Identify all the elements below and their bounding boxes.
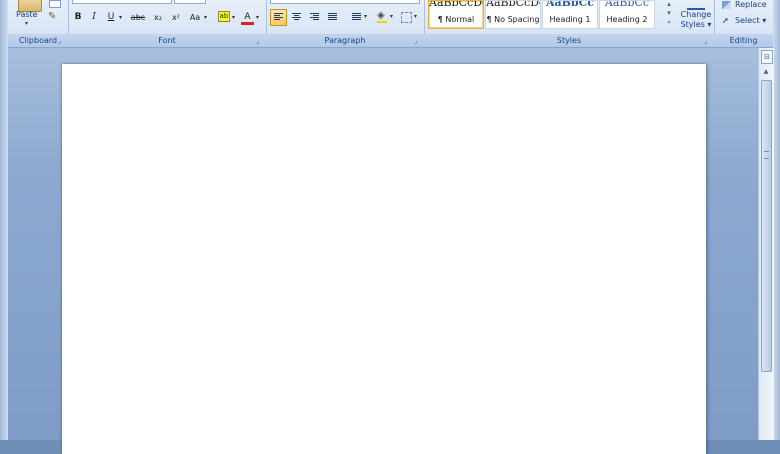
clipboard-group: Paste ▾ ✎ Clipboard ⌟ xyxy=(8,0,69,47)
align-center-icon xyxy=(292,13,301,22)
change-case-button[interactable]: Aa xyxy=(187,10,203,25)
borders-dropdown-icon[interactable]: ▾ xyxy=(414,9,417,24)
replace-button[interactable]: Replace xyxy=(722,0,767,9)
change-styles-label-2: Styles ▾ xyxy=(680,20,712,29)
shading-color-bar xyxy=(377,21,387,23)
bold-button[interactable]: B xyxy=(72,10,84,25)
shading-dropdown-icon[interactable]: ▾ xyxy=(390,9,393,24)
styles-group: AaBbCcDc ¶ Normal AaBbCcDc ¶ No Spacing … xyxy=(424,0,715,47)
line-spacing-dropdown-icon[interactable]: ▾ xyxy=(364,9,367,24)
paragraph-dialog-launcher-icon[interactable]: ⌟ xyxy=(414,38,421,45)
replace-icon xyxy=(722,0,731,9)
ribbon: Paste ▾ ✎ Clipboard ⌟ B I U ▾ abc x₂ x² … xyxy=(8,0,773,48)
paste-dropdown-arrow[interactable]: ▾ xyxy=(25,20,28,27)
style-heading-1[interactable]: AaBbCc Heading 1 xyxy=(542,0,598,29)
italic-button[interactable]: I xyxy=(88,10,100,25)
select-label: Select ▾ xyxy=(735,16,767,25)
underline-button[interactable]: U xyxy=(105,10,117,25)
style-preview: AaBbCcDc xyxy=(486,1,540,9)
highlighter-icon: ab xyxy=(218,11,230,22)
window-frame-left xyxy=(0,0,8,440)
font-color-button[interactable]: A xyxy=(241,10,254,25)
paragraph-top-row xyxy=(270,0,420,4)
align-right-button[interactable] xyxy=(306,9,323,26)
shading-button[interactable]: ◈ xyxy=(374,9,391,26)
font-size-combo[interactable] xyxy=(174,0,206,4)
change-styles-button[interactable]: Change Styles ▾ xyxy=(676,0,716,33)
chevron-up-icon[interactable]: ▴ xyxy=(664,0,674,9)
font-group-label: Font xyxy=(68,34,266,47)
text-highlight-button[interactable]: ab xyxy=(217,10,231,25)
vertical-scrollbar[interactable]: ⊟ ▲ xyxy=(758,48,774,440)
font-name-combo[interactable] xyxy=(72,0,172,4)
more-styles-icon[interactable]: ⩡ xyxy=(664,18,674,27)
style-name: Heading 2 xyxy=(606,15,648,24)
editing-group-label: Editing xyxy=(714,34,773,47)
format-painter-icon[interactable]: ✎ xyxy=(48,11,60,23)
styles-gallery-scroll[interactable]: ▴ ▾ ⩡ xyxy=(664,0,674,27)
strikethrough-button[interactable]: abc xyxy=(128,10,148,25)
copy-icon[interactable] xyxy=(49,0,61,8)
line-spacing-button[interactable] xyxy=(348,9,365,26)
paste-button[interactable]: Paste xyxy=(16,10,38,19)
line-spacing-icon xyxy=(352,13,361,22)
align-left-icon xyxy=(274,13,283,22)
style-no-spacing[interactable]: AaBbCcDc ¶ No Spacing xyxy=(485,0,541,29)
style-heading-2[interactable]: AaBbCc Heading 2 xyxy=(599,0,655,29)
highlight-dropdown-icon[interactable]: ▾ xyxy=(232,10,235,25)
border-icon xyxy=(401,12,412,23)
scroll-thumb[interactable] xyxy=(761,80,772,372)
font-dialog-launcher-icon[interactable]: ⌟ xyxy=(256,38,263,45)
font-group: B I U ▾ abc x₂ x² Aa ▾ ab ▾ A ▾ Font ⌟ xyxy=(68,0,267,47)
style-preview: AaBbCc xyxy=(604,1,650,9)
replace-label: Replace xyxy=(735,0,767,9)
underline-dropdown-icon[interactable]: ▾ xyxy=(119,10,122,25)
subscript-button[interactable]: x₂ xyxy=(151,10,165,25)
select-cursor-icon: ➚ xyxy=(722,15,729,25)
style-name: Heading 1 xyxy=(549,15,591,24)
style-preview: AaBbCc xyxy=(545,1,595,9)
document-page[interactable] xyxy=(62,64,706,454)
paint-bucket-icon: ◈ xyxy=(377,10,385,21)
align-left-button[interactable] xyxy=(270,9,287,26)
view-ruler-icon[interactable]: ⊟ xyxy=(761,50,773,64)
change-styles-label-1: Change xyxy=(680,10,712,19)
select-button[interactable]: ➚ Select ▾ xyxy=(722,16,766,25)
clipboard-dialog-launcher-icon[interactable]: ⌟ xyxy=(58,38,65,45)
styles-dialog-launcher-icon[interactable]: ⌟ xyxy=(704,38,711,45)
style-name: ¶ Normal xyxy=(437,15,475,24)
align-right-icon xyxy=(310,13,319,22)
borders-button[interactable] xyxy=(398,9,415,26)
thumb-grip-icon xyxy=(764,151,769,159)
justify-icon xyxy=(328,13,337,22)
style-preview: AaBbCcDc xyxy=(429,1,483,9)
font-color-dropdown-icon[interactable]: ▾ xyxy=(256,10,259,25)
editing-group: Replace ➚ Select ▾ Editing xyxy=(714,0,773,47)
chevron-down-icon[interactable]: ▾ xyxy=(664,9,674,18)
scroll-up-icon[interactable]: ▲ xyxy=(761,66,771,77)
align-center-button[interactable] xyxy=(288,9,305,26)
change-case-dropdown-icon[interactable]: ▾ xyxy=(204,10,207,25)
superscript-button[interactable]: x² xyxy=(169,10,183,25)
style-normal[interactable]: AaBbCcDc ¶ Normal xyxy=(428,0,484,29)
change-styles-icon xyxy=(687,0,705,10)
justify-button[interactable] xyxy=(324,9,341,26)
style-name: ¶ No Spacing xyxy=(486,15,540,24)
window-frame-right xyxy=(773,0,780,440)
styles-group-label: Styles xyxy=(424,34,714,47)
paragraph-group: ▾ ◈ ▾ ▾ Paragraph ⌟ xyxy=(266,0,425,47)
paragraph-group-label: Paragraph xyxy=(266,34,424,47)
